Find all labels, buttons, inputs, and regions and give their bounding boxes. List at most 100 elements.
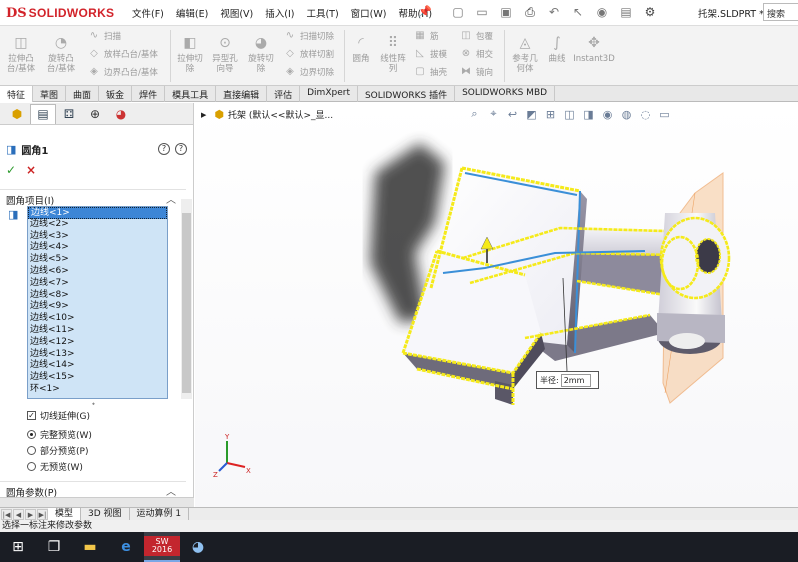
curves-button[interactable]: ∫ 曲线 [544,34,570,64]
list-item[interactable]: 边线<10> [28,313,167,325]
list-item[interactable]: 边线<7> [28,278,167,290]
no-preview-radio[interactable] [27,462,36,471]
shell-button[interactable]: ▢ 抽壳 [414,66,447,78]
list-item[interactable]: 边线<12> [28,337,167,349]
windows-start-icon[interactable]: ⊞ [0,532,36,562]
fillet-button[interactable]: ◜ 圆角 [348,34,374,64]
list-item[interactable]: 边线<13> [28,349,167,361]
menu-view[interactable]: 视图(V) [220,6,253,20]
fillet-items-section-header[interactable]: 圆角项目(I) ︿ [0,189,186,207]
list-item[interactable]: 边线<1> [28,207,167,219]
graphics-area[interactable]: ▶ ⬢ 托架 (默认<<默认>_显... ⌕ ⌖ ↩ ◩ ⊞ ◫ ◨ ◉ ◍ ◌… [195,103,798,507]
list-item[interactable]: 边线<4> [28,242,167,254]
property-manager-tab-icon[interactable]: ▤ [30,103,56,124]
sweep-button[interactable]: ∿ 扫描 [88,30,121,42]
mirror-button[interactable]: ⧓ 镜向 [460,66,493,78]
list-item[interactable]: 边线<15> [28,372,167,384]
save-icon[interactable]: ▣ [496,3,516,21]
swept-cut-button[interactable]: ∿ 扫描切除 [284,30,334,42]
menu-insert[interactable]: 插入(I) [265,6,294,20]
tab-3d-view[interactable]: 3D 视图 [81,508,130,520]
radius-value-field[interactable]: 2mm [560,373,591,387]
display-manager-tab-icon[interactable]: ◕ [108,104,134,124]
extrude-boss-button[interactable]: ◫ 拉伸凸 台/基体 [4,34,38,74]
print-icon[interactable]: ⎙ [520,3,540,21]
list-item[interactable]: 边线<9> [28,301,167,313]
prev-tab-icon[interactable]: ◀ [13,508,24,520]
fillet-radius-callout[interactable]: 半径: 2mm [536,371,599,389]
boundary-boss-button[interactable]: ◈ 边界凸台/基体 [88,66,158,78]
task-view-icon[interactable]: ❐ [36,532,72,562]
tab-dimxpert[interactable]: DimXpert [300,86,358,102]
paint-icon[interactable]: ◕ [180,532,216,562]
boundary-cut-button[interactable]: ◈ 边界切除 [284,66,334,78]
tangent-propagation-option[interactable]: ✓ 切线延伸(G) [27,409,90,422]
rib-button[interactable]: ▦ 筋 [414,30,438,42]
list-resize-handle[interactable]: ⬩ [92,399,95,409]
ok-button[interactable]: ✓ [6,163,16,177]
tab-sheet-metal[interactable]: 钣金 [99,86,133,102]
pin-icon[interactable]: 📌 [418,5,432,18]
bracket-model-render[interactable] [195,103,798,507]
panel-scrollbar[interactable] [181,199,192,399]
solidworks-logo[interactable]: DS SOLIDWORKS [6,4,114,22]
list-item[interactable]: 边线<8> [28,290,167,302]
search-input[interactable]: 搜索 [763,3,798,21]
menu-tools[interactable]: 工具(T) [306,6,338,20]
scrollbar-thumb[interactable] [182,213,191,393]
full-preview-option[interactable]: 完整预览(W) [27,428,92,441]
list-item[interactable]: 边线<3> [28,231,167,243]
menu-edit[interactable]: 编辑(E) [176,6,208,20]
list-item[interactable]: 边线<2> [28,219,167,231]
list-item[interactable]: 边线<11> [28,325,167,337]
hole-wizard-button[interactable]: ⊙ 异型孔 向导 [208,34,242,74]
loft-boss-button[interactable]: ◇ 放样凸台/基体 [88,48,158,60]
edge-browser-icon[interactable]: e [108,532,144,562]
tangent-propagation-checkbox[interactable]: ✓ [27,411,36,420]
tab-sketch[interactable]: 草图 [33,86,67,102]
linear-pattern-button[interactable]: ⠿ 线性阵 列 [376,34,410,74]
partial-preview-option[interactable]: 部分预览(P) [27,444,88,457]
select-icon[interactable]: ↖ [568,3,588,21]
configuration-manager-tab-icon[interactable]: ⚃ [56,104,82,124]
list-item[interactable]: 边线<6> [28,266,167,278]
rebuild-icon[interactable]: ◉ [592,3,612,21]
first-tab-icon[interactable]: |◀ [1,508,12,520]
list-item[interactable]: 边线<5> [28,254,167,266]
last-tab-icon[interactable]: ▶| [37,508,48,520]
file-properties-icon[interactable]: ▤ [616,3,636,21]
tab-features[interactable]: 特征 [0,86,34,102]
fillet-parameters-section-header[interactable]: 圆角参数(P) ︿ [0,481,186,499]
menu-file[interactable]: 文件(F) [132,6,164,20]
tab-weldments[interactable]: 焊件 [132,86,166,102]
extrude-cut-button[interactable]: ◧ 拉伸切 除 [174,34,206,74]
revolve-boss-button[interactable]: ◔ 旋转凸 台/基体 [42,34,80,74]
solidworks-icon[interactable]: SW 2016 [144,532,180,562]
next-tab-icon[interactable]: ▶ [25,508,36,520]
feature-manager-tab-icon[interactable]: ⬢ [4,104,30,124]
list-item[interactable]: 边线<14> [28,360,167,372]
tab-motion-study[interactable]: 运动算例 1 [130,508,190,520]
no-preview-option[interactable]: 无预览(W) [27,460,83,473]
dimxpert-manager-tab-icon[interactable]: ⊕ [82,104,108,124]
open-icon[interactable]: ▭ [472,3,492,21]
edge-selection-list[interactable]: 边线<1> 边线<2> 边线<3> 边线<4> 边线<5> 边线<6> 边线<7… [27,206,168,399]
reference-geometry-button[interactable]: ◬ 参考几 何体 [508,34,542,74]
wrap-button[interactable]: ◫ 包覆 [460,30,493,42]
full-preview-radio[interactable] [27,430,36,439]
tab-surfaces[interactable]: 曲面 [66,86,100,102]
draft-button[interactable]: ◺ 拔模 [414,48,447,60]
tab-solidworks-addins[interactable]: SOLIDWORKS 插件 [358,86,456,102]
panel-horizontal-scrollbar[interactable] [0,497,194,507]
tab-model[interactable]: 模型 [48,508,82,520]
loft-cut-button[interactable]: ◇ 放样切割 [284,48,334,60]
tab-mold-tools[interactable]: 模具工具 [165,86,217,102]
partial-preview-radio[interactable] [27,446,36,455]
tab-direct-editing[interactable]: 直接编辑 [216,86,268,102]
detailed-help-icon[interactable]: ? [175,143,187,155]
new-icon[interactable]: ▢ [448,3,468,21]
instant3d-button[interactable]: ✥ Instant3D [572,34,616,64]
list-item[interactable]: 环<1> [28,384,167,396]
options-icon[interactable]: ⚙ [640,3,660,21]
menu-window[interactable]: 窗口(W) [351,6,387,20]
